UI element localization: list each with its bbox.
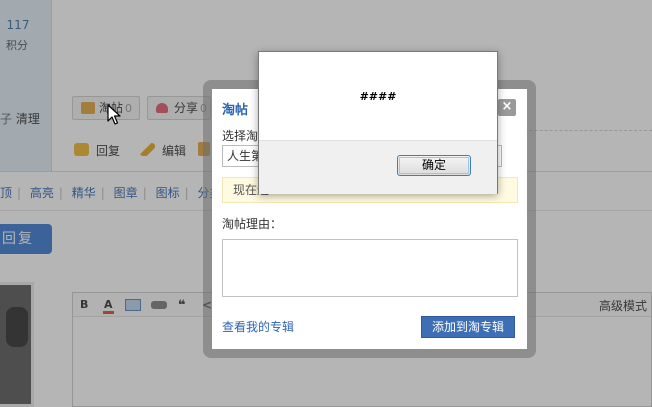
add-to-album-button[interactable]: 添加到淘专辑 xyxy=(421,316,515,338)
alert-dialog: #### 确定 xyxy=(258,51,498,194)
alert-message: #### xyxy=(359,90,397,103)
tao-dialog-title: 淘帖 xyxy=(222,103,249,118)
album-select-label: 选择淘 xyxy=(222,129,259,143)
mouse-cursor-icon xyxy=(107,104,121,125)
view-my-albums-link[interactable]: 查看我的专辑 xyxy=(222,318,294,335)
reason-label: 淘帖理由： xyxy=(222,217,283,231)
alert-footer: 确定 xyxy=(259,140,497,194)
reason-textarea[interactable] xyxy=(222,239,518,297)
close-icon[interactable]: × xyxy=(498,99,516,116)
ok-button[interactable]: 确定 xyxy=(397,155,471,176)
alert-body: #### xyxy=(259,52,497,140)
